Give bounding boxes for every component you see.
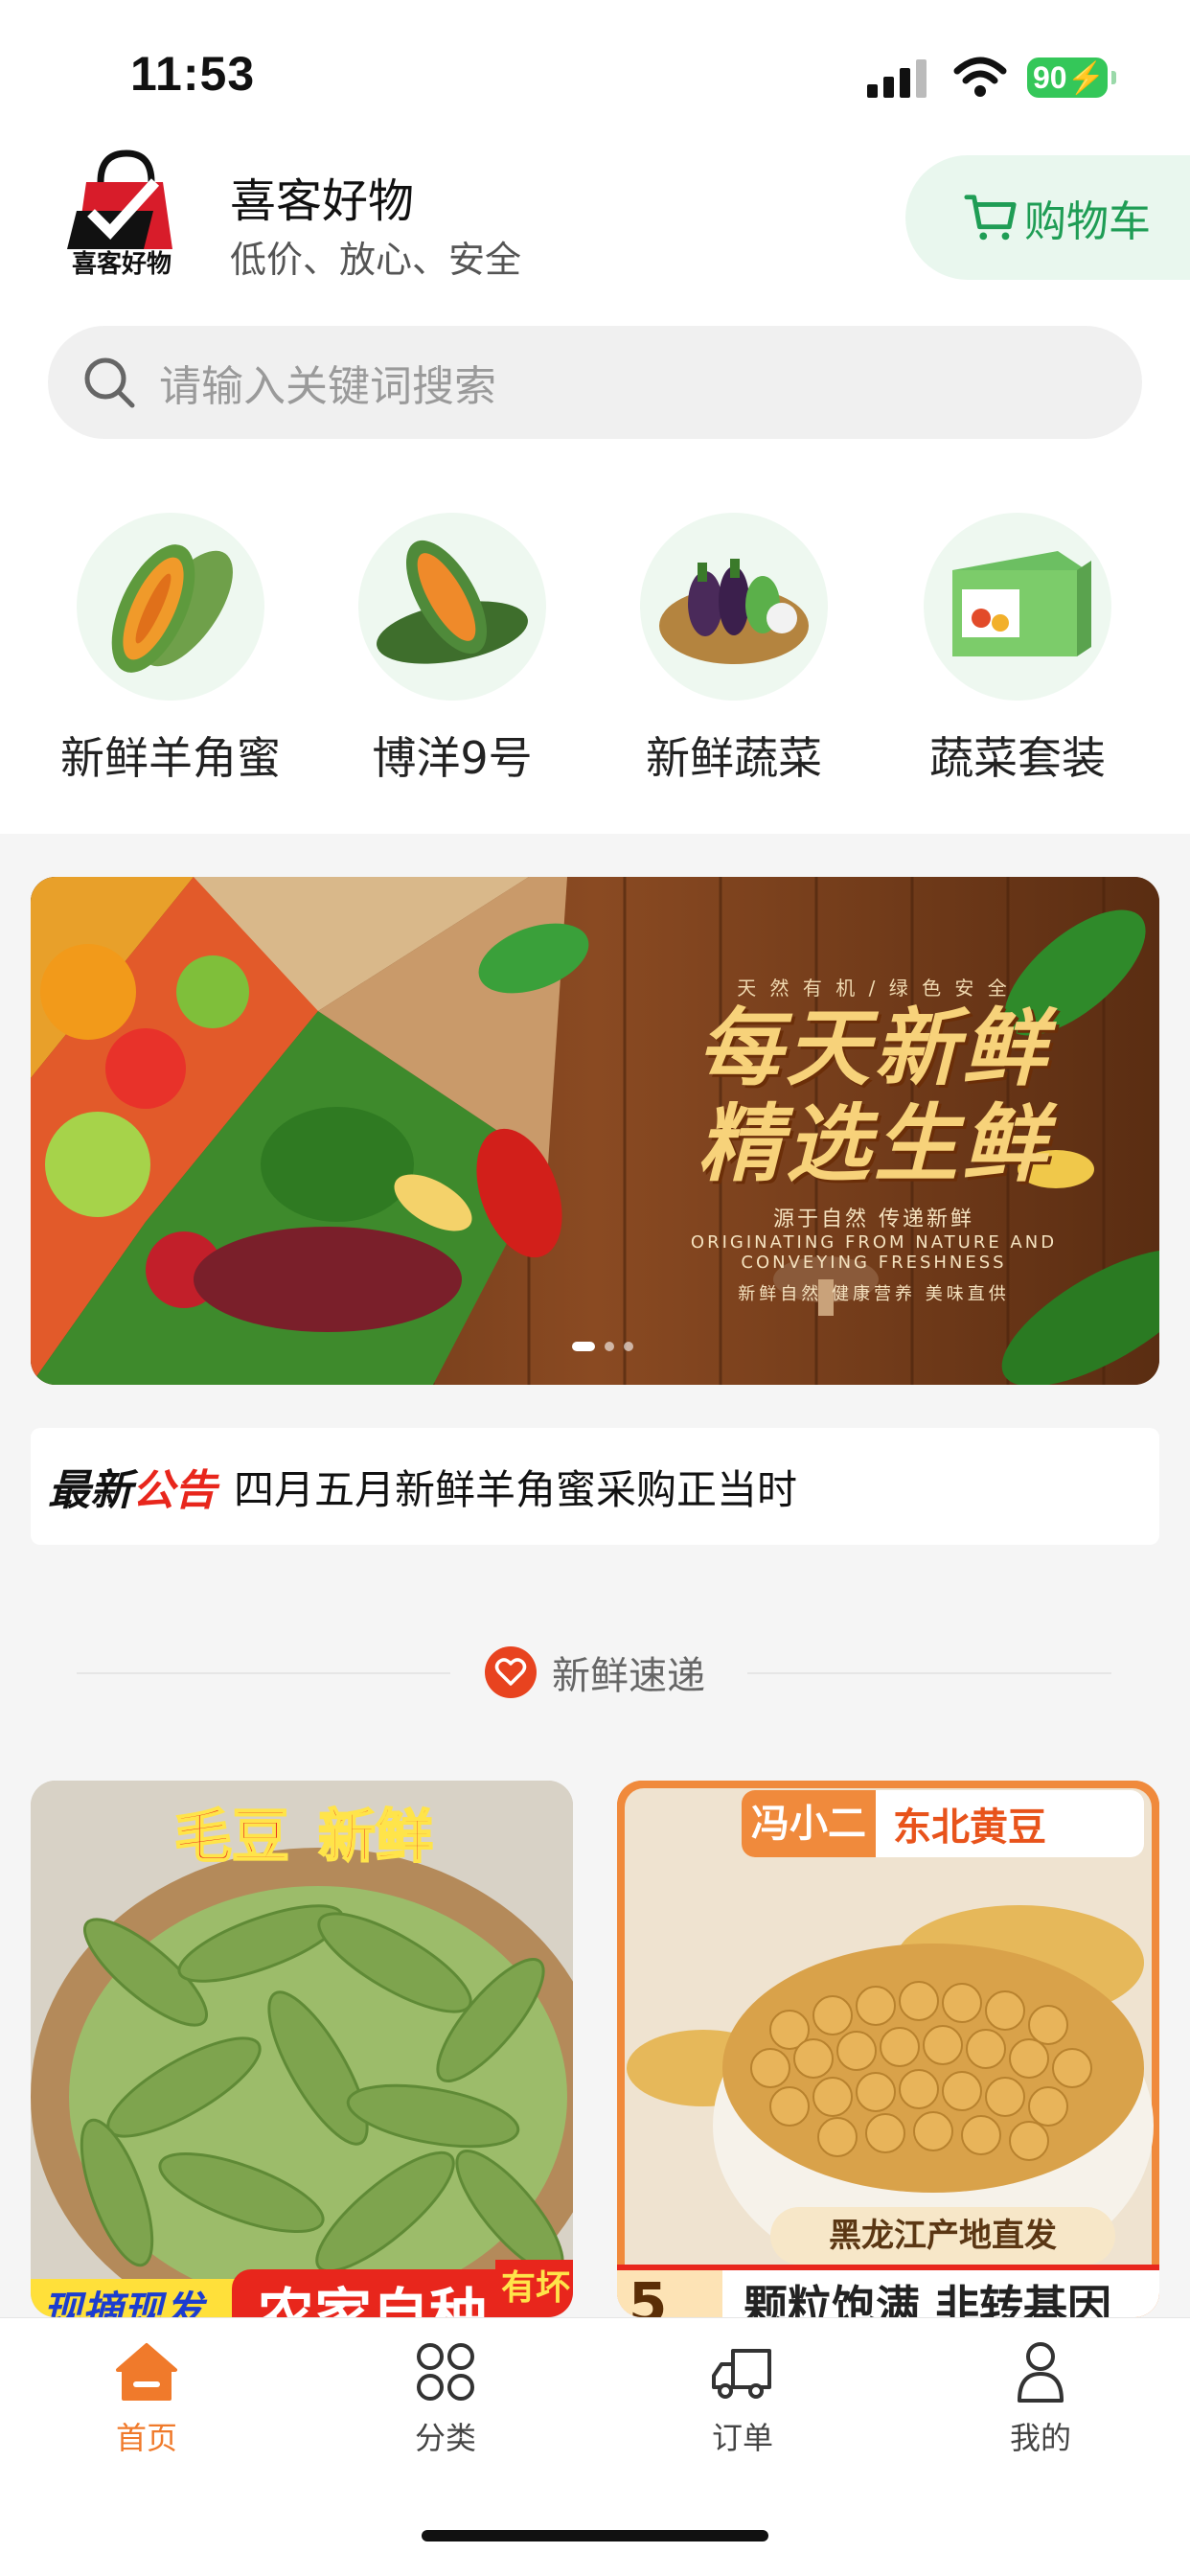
section-title: 新鲜速递 bbox=[552, 1654, 705, 1698]
product-name: 东北黄豆 bbox=[893, 1806, 1046, 1850]
tab-label: 首页 bbox=[115, 2420, 177, 2456]
category-grid: 新鲜羊角蜜 博洋9号 新鲜蔬菜 蔬菜套装 bbox=[0, 479, 1190, 834]
brand-label: 冯小二 东北黄豆 bbox=[742, 1790, 1144, 1857]
user-icon bbox=[1018, 2342, 1064, 2403]
category-label: 新鲜羊角蜜 bbox=[60, 732, 281, 784]
origin-badge: 黑龙江产地直发 bbox=[770, 2207, 1115, 2265]
section-header: 新鲜速递 bbox=[0, 1639, 1190, 1706]
tab-orders[interactable]: 订单 bbox=[647, 2337, 838, 2462]
cart-label: 购物车 bbox=[1024, 197, 1151, 246]
divider bbox=[747, 1672, 1111, 1674]
product-image bbox=[31, 1781, 573, 2317]
category-image bbox=[77, 513, 264, 701]
store-header: 喜客好物 喜客好物 低价、放心、安全 购物车 bbox=[0, 144, 1190, 288]
category-image bbox=[358, 513, 546, 701]
product-badge: 农家自种 bbox=[232, 2269, 500, 2317]
store-name: 喜客好物 bbox=[230, 174, 415, 228]
promo-banner[interactable]: 天 然 有 机 / 绿 色 安 全 每天新鲜 精选生鲜 源于自然 传递新鲜 OR… bbox=[31, 877, 1159, 1385]
product-card[interactable]: 毛豆 新鲜 现摘现发 农家自种 有坏 bbox=[31, 1781, 573, 2317]
product-footer: 5斤 颗粒饱满 非转基因 bbox=[617, 2265, 1159, 2317]
search-section: 请输入关键词搜索 bbox=[0, 288, 1190, 479]
wifi-icon bbox=[953, 57, 1007, 97]
notice-text: 四月五月新鲜羊角蜜采购正当时 bbox=[234, 1465, 798, 1513]
notice-label-announce: 公告 bbox=[132, 1466, 217, 1515]
category-item[interactable]: 博洋9号 bbox=[328, 513, 577, 800]
cart-icon bbox=[964, 195, 1017, 241]
banner-line1: 每天新鲜 bbox=[697, 999, 1050, 1097]
category-label: 蔬菜套装 bbox=[929, 732, 1106, 784]
carousel-dots bbox=[572, 1342, 633, 1351]
banner-line2: 精选生鲜 bbox=[697, 1094, 1050, 1193]
status-bar: 11:53 90⚡ bbox=[0, 0, 1190, 144]
category-label: 博洋9号 bbox=[372, 732, 533, 784]
tab-label: 分类 bbox=[414, 2420, 476, 2456]
logo-text: 喜客好物 bbox=[71, 250, 172, 279]
vegetable-basket-icon bbox=[659, 559, 809, 664]
product-badge: 有坏 bbox=[495, 2260, 573, 2317]
category-item[interactable]: 新鲜羊角蜜 bbox=[46, 513, 295, 800]
banner-sub2: ORIGINATING FROM NATURE AND CONVEYING FR… bbox=[690, 1232, 1058, 1273]
tab-label: 我的 bbox=[1009, 2420, 1071, 2456]
notice-label-latest: 最新 bbox=[48, 1466, 132, 1515]
product-quantity: 5斤 bbox=[617, 2270, 722, 2317]
melon-icon bbox=[377, 540, 528, 664]
status-time: 11:53 bbox=[130, 47, 256, 101]
home-indicator bbox=[422, 2530, 768, 2542]
product-tag: 毛豆 bbox=[173, 1803, 290, 1872]
search-icon bbox=[84, 357, 135, 408]
product-description: 颗粒饱满 非转基因 bbox=[744, 2281, 1112, 2317]
truck-icon bbox=[712, 2349, 771, 2399]
product-card[interactable]: 冯小二 东北黄豆 黑龙江产地直发 5斤 颗粒饱满 非转基因 bbox=[617, 1781, 1159, 2317]
category-label: 新鲜蔬菜 bbox=[646, 732, 822, 784]
battery-indicator: 90⚡ bbox=[1027, 58, 1116, 98]
product-tag: 新鲜 bbox=[317, 1803, 434, 1872]
banner-headline: 天 然 有 机 / 绿 色 安 全 每天新鲜 精选生鲜 源于自然 传递新鲜 OR… bbox=[634, 973, 1113, 1305]
tab-profile[interactable]: 我的 bbox=[945, 2337, 1136, 2462]
banner-sub1: 源于自然 传递新鲜 bbox=[773, 1208, 974, 1231]
category-icon bbox=[417, 2343, 474, 2401]
app-screen: 11:53 90⚡ 喜客好物 喜客好物 低价、放心、安全 购物车 请输入关键词搜… bbox=[0, 0, 1190, 2576]
tab-home[interactable]: 首页 bbox=[51, 2337, 242, 2462]
announcement-bar[interactable]: 最新 公告 四月五月新鲜羊角蜜采购正当时 bbox=[31, 1428, 1159, 1545]
search-input[interactable]: 请输入关键词搜索 bbox=[48, 326, 1142, 439]
carousel-dot[interactable] bbox=[572, 1342, 595, 1351]
tab-label: 订单 bbox=[711, 2420, 773, 2456]
brand-name: 冯小二 bbox=[742, 1790, 876, 1857]
search-placeholder: 请输入关键词搜索 bbox=[159, 362, 496, 411]
product-badge: 现摘现发 bbox=[31, 2279, 251, 2317]
cart-button[interactable]: 购物车 bbox=[905, 155, 1190, 280]
category-item[interactable]: 新鲜蔬菜 bbox=[609, 513, 858, 800]
tab-category[interactable]: 分类 bbox=[350, 2337, 541, 2462]
gift-box-icon bbox=[952, 551, 1091, 656]
signal-icon bbox=[867, 59, 927, 98]
carousel-dot[interactable] bbox=[624, 1342, 633, 1351]
battery-level: 90 bbox=[1033, 60, 1067, 95]
heart-icon bbox=[485, 1646, 537, 1698]
melon-icon bbox=[111, 544, 233, 673]
category-image bbox=[924, 513, 1111, 701]
banner-sub3: 新鲜自然 健康营养 美味直供 bbox=[738, 1284, 1010, 1304]
category-image bbox=[640, 513, 828, 701]
category-item[interactable]: 蔬菜套装 bbox=[893, 513, 1142, 800]
home-icon bbox=[116, 2343, 177, 2401]
store-slogan: 低价、放心、安全 bbox=[230, 239, 522, 281]
divider bbox=[77, 1672, 450, 1674]
carousel-dot[interactable] bbox=[605, 1342, 614, 1351]
banner-top-text: 天 然 有 机 / 绿 色 安 全 bbox=[737, 977, 1011, 1000]
